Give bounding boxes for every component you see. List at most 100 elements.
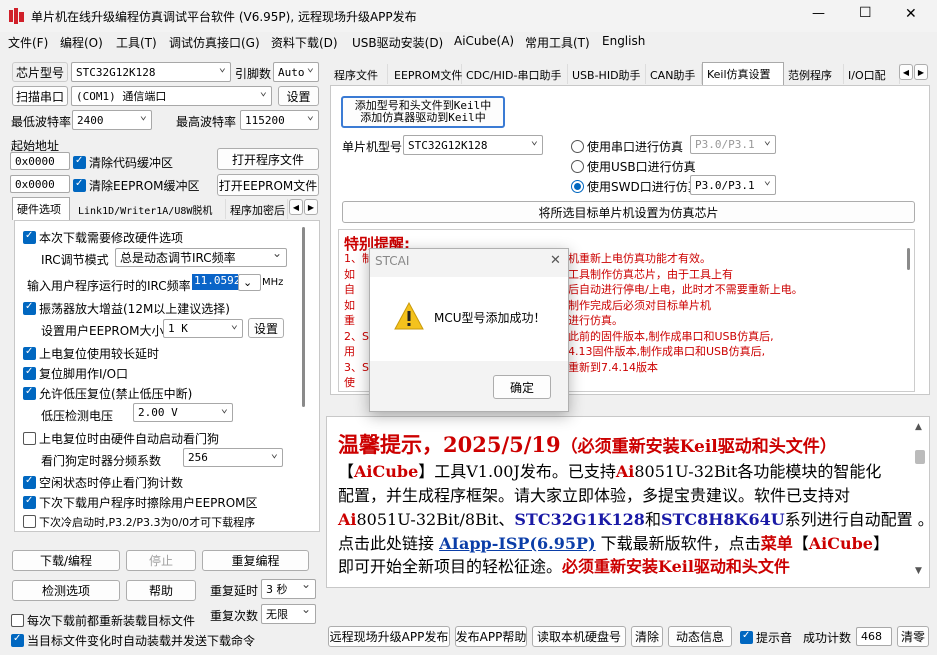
eeprom-size-select[interactable]: 1 K [163,319,243,338]
repeat-count-select[interactable]: 无限 [261,604,316,624]
menu-download[interactable]: 资料下载(D) [271,34,338,51]
tab-scroll-right[interactable]: ▶ [304,199,318,215]
low-volt-reset-checkbox[interactable]: 允许低压复位(禁止低压中断) [23,385,192,402]
cold-start-checkbox[interactable]: 下次冷启动时,P3.2/P3.3为0/0才可下载程序 [23,514,255,530]
idle-stop-checkbox[interactable]: 空闲状态时停止看门狗计数 [23,474,183,491]
clear-code-checkbox[interactable]: 清除代码缓冲区 [73,154,173,171]
tab-program-file[interactable]: 程序文件 [330,64,388,84]
code-address-input[interactable]: 0x0000 [10,152,70,170]
detect-options-button[interactable]: 检测选项 [12,580,120,601]
app-help-button[interactable]: 发布APP帮助 [455,626,527,647]
menu-file[interactable]: 文件(F) [8,34,48,51]
menu-program[interactable]: 编程(O) [60,34,103,51]
irc-mode-select[interactable]: 总是动态调节IRC频率 [115,248,287,267]
serial-port-select[interactable]: P3.0/P3.1 [690,135,776,154]
right-tab-scroll-right[interactable]: ▶ [914,64,928,80]
max-baud-select[interactable]: 115200 [240,110,319,130]
scan-port-button[interactable]: 扫描串口 [12,86,68,106]
irc-freq-dropdown[interactable]: ⌄ [238,274,261,291]
radio-serial-sim[interactable]: 使用串口进行仿真 [571,138,683,155]
chip-select[interactable]: STC32G12K128 [71,62,231,82]
reprogram-button[interactable]: 重复编程 [202,550,309,571]
wdt-div-select[interactable]: 256 [183,448,283,467]
notice-scrollbar[interactable] [907,248,910,270]
scroll-down-icon[interactable]: ▼ [915,566,922,576]
clear-code-label: 清除代码缓冲区 [89,156,174,170]
reload-each-checkbox[interactable]: 每次下载前都重新装载目标文件 [11,612,195,629]
tab-usb-hid[interactable]: USB-HID助手 [568,64,646,84]
remote-upgrade-button[interactable]: 远程现场升级APP发布 [328,626,450,647]
low-volt-select[interactable]: 2.00 V [133,403,233,422]
scroll-up-icon[interactable]: ▲ [915,422,922,432]
scroll-thumb[interactable] [915,450,925,464]
clear-eeprom-checkbox[interactable]: 清除EEPROM缓冲区 [73,177,200,194]
menu-debug[interactable]: 调试仿真接口(G) [169,34,260,51]
mcu-model-select[interactable]: STC32G12K128 [403,135,543,155]
eeprom-size-set-button[interactable]: 设置 [248,318,284,338]
notice-line: 机重新上电仿真功能才有效。 [568,252,711,265]
read-disk-button[interactable]: 读取本机硬盘号 [532,626,626,647]
dialog-close-button[interactable]: ✕ [550,253,561,268]
reset-io-checkbox[interactable]: 复位脚用作I/O口 [23,365,128,382]
min-baud-select[interactable]: 2400 [72,110,152,130]
port-select[interactable]: (COM1) 通信端口 [71,86,272,106]
radio-usb-sim[interactable]: 使用USB口进行仿真 [571,158,696,175]
menu-common-tools[interactable]: 常用工具(T) [525,34,590,51]
help-button[interactable]: 帮助 [126,580,196,601]
set-target-chip-button[interactable]: 将所选目标单片机设置为仿真芯片 [342,201,915,223]
right-tab-scroll-left[interactable]: ◀ [899,64,913,80]
irc-mode-label: IRC调节模式 [41,253,109,267]
tab-link1d[interactable]: Link1D/Writer1A/U8W脱机 [74,199,226,219]
tips-aicube: AiCube [354,462,419,481]
stop-button[interactable]: 停止 [126,550,196,571]
menu-tools[interactable]: 工具(T) [116,34,157,51]
download-button[interactable]: 下载/编程 [12,550,120,571]
radio-swd-sim[interactable]: 使用SWD口进行仿真 [571,178,700,195]
clear-count-button[interactable]: 清零 [897,626,929,647]
reload-each-label: 每次下载前都重新装载目标文件 [27,614,196,628]
notice-line: 此前的固件版本,制作成串口和USB仿真后, [568,329,774,343]
auto-reload-checkbox[interactable]: 当目标文件变化时自动装载并发送下载命令 [11,632,255,649]
wdt-auto-checkbox[interactable]: 上电复位时由硬件自动启动看门狗 [23,430,219,447]
download-link[interactable]: AIapp-ISP(6.95P) [439,534,596,553]
tab-eeprom-file[interactable]: EEPROM文件 [390,64,462,84]
menu-english[interactable]: English [602,34,645,48]
tab-examples[interactable]: 范例程序 [784,64,844,84]
tab-keil-sim[interactable]: Keil仿真设置 [702,62,784,85]
tips-ai: Ai [338,510,357,529]
maximize-button[interactable]: ☐ [859,5,872,21]
osc-gain-checkbox[interactable]: 振荡器放大增益(12M以上建议选择) [23,300,230,317]
beep-checkbox[interactable]: 提示音 [740,629,792,646]
open-eeprom-button[interactable]: 打开EEPROM文件 [217,174,319,196]
add-to-keil-button[interactable]: 添加型号和头文件到Keil中 添加仿真器驱动到Keil中 [341,96,505,128]
minimize-button[interactable]: — [812,6,825,21]
dialog-ok-button[interactable]: 确定 [493,375,551,399]
tab-can[interactable]: CAN助手 [646,64,702,84]
modify-hw-checkbox[interactable]: 本次下载需要修改硬件选项 [23,229,183,246]
port-settings-button[interactable]: 设置 [278,86,319,106]
erase-eeprom-checkbox[interactable]: 下次下载用户程序时擦除用户EEPROM区 [23,494,258,511]
tab-encrypt[interactable]: 程序加密后 [226,199,288,219]
irc-freq-input[interactable]: 11.0592 [192,274,240,290]
animation-info-button[interactable]: 动态信息 [668,626,732,647]
tips-scrollbar[interactable]: ▲ ▼ [913,420,927,584]
tab-cdc-serial[interactable]: CDC/HID-串口助手 [462,64,568,84]
tips-aicube: AiCube [808,534,873,553]
pins-select[interactable]: Auto [273,62,319,82]
tab-scroll-left[interactable]: ◀ [289,199,303,215]
menu-usb-driver[interactable]: USB驱动安装(D) [352,34,443,51]
tab-hardware[interactable]: 硬件选项 [12,197,70,220]
menu-aicube[interactable]: AiCube(A) [454,34,514,48]
swd-port-select[interactable]: P3.0/P3.1 [690,175,776,195]
tab-io-config[interactable]: I/O口配 [844,64,900,84]
long-reset-checkbox[interactable]: 上电复位使用较长延时 [23,345,159,362]
repeat-delay-select[interactable]: 3 秒 [261,579,316,599]
open-program-button[interactable]: 打开程序文件 [217,148,319,170]
hw-scrollbar[interactable] [302,227,305,407]
clear-button[interactable]: 清除 [631,626,663,647]
modify-hw-label: 本次下载需要修改硬件选项 [39,231,184,245]
tips-heading: 温馨提示，2025/5/19（必须重新安装Keil驱动和头文件） [338,429,837,459]
eeprom-address-input[interactable]: 0x0000 [10,175,70,193]
close-button[interactable]: ✕ [905,6,917,22]
tips-text: 点击此处链接 [338,534,440,553]
